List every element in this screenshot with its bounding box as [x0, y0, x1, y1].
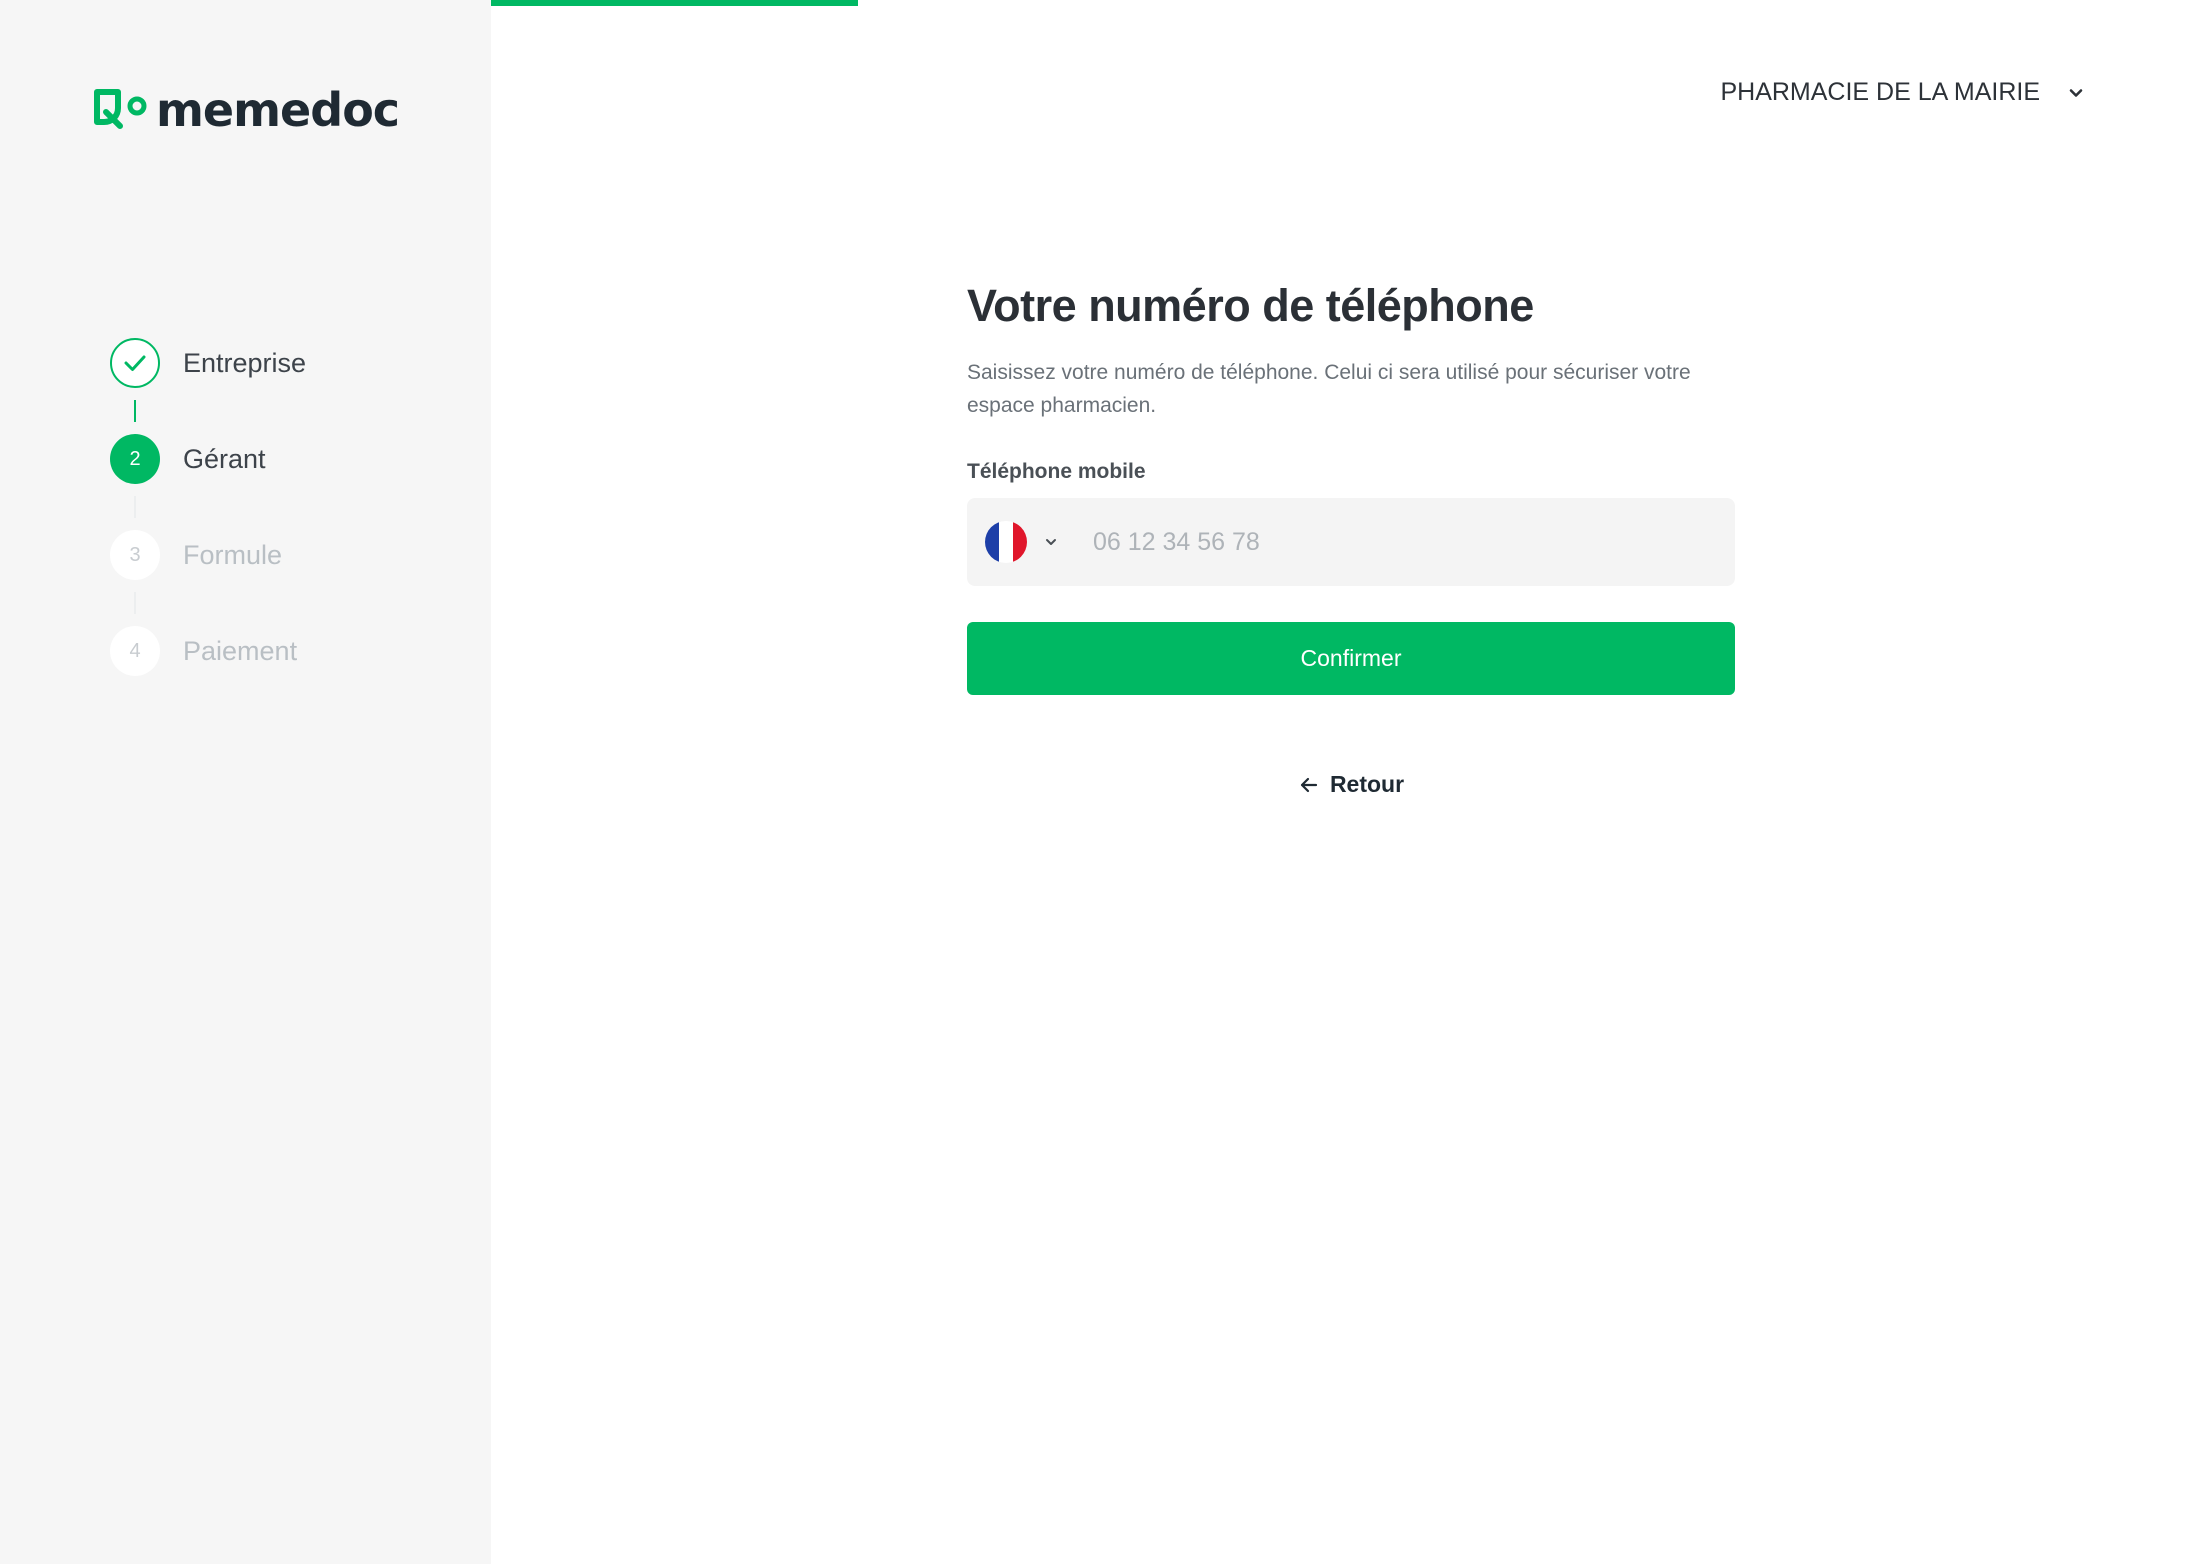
confirm-button[interactable]: Confirmer	[967, 622, 1735, 695]
step-entreprise: Entreprise	[110, 338, 306, 388]
check-icon	[124, 355, 146, 371]
step-paiement-number: 4	[110, 626, 160, 676]
step-entreprise-circle	[110, 338, 160, 388]
chevron-down-icon	[1046, 539, 1056, 545]
step-formule-label: Formule	[183, 539, 283, 570]
step-connector	[134, 592, 136, 614]
step-connector	[134, 496, 136, 518]
step-gerant-label: Gérant	[183, 443, 266, 474]
step-entreprise-label: Entreprise	[183, 347, 307, 378]
phone-field	[967, 498, 1735, 586]
phone-form: Votre numéro de téléphone Saisissez votr…	[967, 276, 1735, 798]
france-flag-icon	[985, 521, 1027, 563]
phone-field-label: Téléphone mobile	[967, 460, 1146, 483]
page-title: Votre numéro de téléphone	[967, 280, 1534, 331]
step-gerant: 2 Gérant	[110, 434, 266, 484]
arrow-left-icon	[1300, 777, 1318, 792]
step-paiement: 4 Paiement	[110, 626, 297, 676]
memedoc-logo-icon	[94, 89, 147, 129]
phone-input[interactable]	[1091, 512, 1735, 572]
pharmacy-name: PHARMACIE DE LA MAIRIE	[1720, 78, 2040, 106]
step-formule-number: 3	[110, 530, 160, 580]
country-code-selector[interactable]	[985, 521, 1059, 563]
chevron-down-icon	[2069, 88, 2083, 97]
pharmacy-selector[interactable]: PHARMACIE DE LA MAIRIE	[1720, 78, 2084, 107]
step-connector	[134, 400, 136, 422]
step-paiement-label: Paiement	[183, 635, 298, 666]
back-label: Retour	[1329, 771, 1405, 797]
step-formule: 3 Formule	[110, 530, 282, 580]
logo: memedoc	[92, 80, 400, 140]
page-description: Saisissez votre numéro de téléphone. Cel…	[967, 361, 1691, 417]
logo-text: memedoc	[156, 83, 400, 137]
step-gerant-number: 2	[110, 434, 160, 484]
sidebar: memedoc Entreprise 2 Gérant 3 Formule 4 …	[0, 0, 491, 1564]
back-link[interactable]: Retour	[967, 771, 1735, 798]
